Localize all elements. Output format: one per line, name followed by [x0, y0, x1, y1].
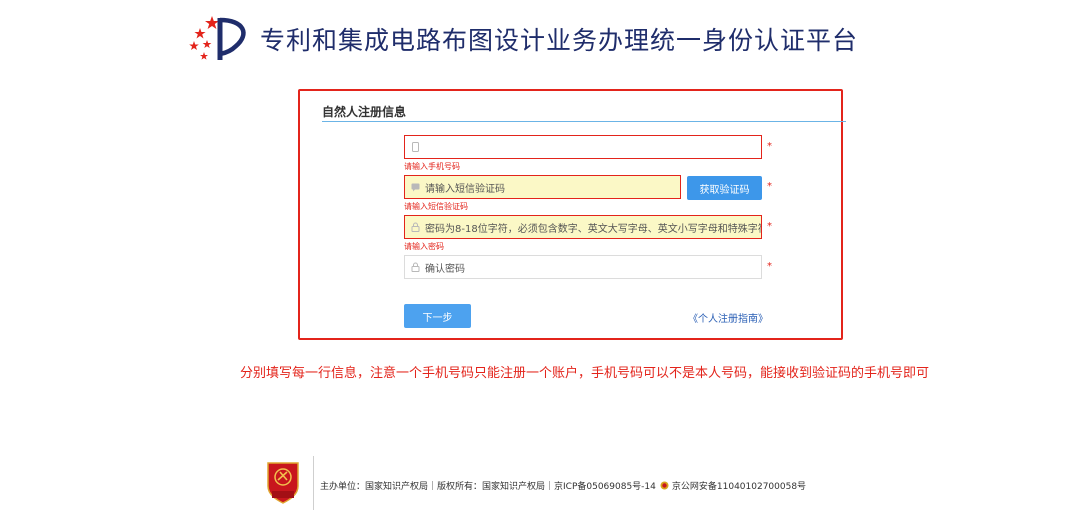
confirm-password-input[interactable]: 确认密码	[404, 255, 762, 279]
password-error: 请输入密码	[404, 242, 444, 251]
footer-police-record[interactable]: 京公网安备11040102700058号	[672, 479, 806, 492]
sms-code-error: 请输入短信验证码	[404, 202, 468, 211]
sms-code-placeholder: 请输入短信验证码	[425, 183, 505, 195]
required-mark: *	[767, 181, 772, 192]
sms-code-input[interactable]: 请输入短信验证码	[404, 175, 681, 199]
phone-error: 请输入手机号码	[404, 162, 460, 171]
footer-divider	[313, 456, 314, 510]
password-placeholder: 密码为8-18位字符，必须包含数字、英文大写字母、英文小写字母和特殊字符	[425, 223, 761, 235]
footer-text-main: 主办单位：国家知识产权局｜版权所有：国家知识产权局｜京ICP备05069085号…	[320, 482, 656, 492]
required-mark: *	[767, 261, 772, 272]
instruction-note: 分别填写每一行信息，注意一个手机号码只能注册一个账户，手机号码可以不是本人号码，…	[240, 366, 930, 381]
next-step-button[interactable]: 下一步	[404, 304, 471, 328]
phone-input[interactable]	[404, 135, 762, 159]
police-badge-icon	[660, 481, 669, 490]
password-input[interactable]: 密码为8-18位字符，必须包含数字、英文大写字母、英文小写字母和特殊字符	[404, 215, 762, 239]
phone-icon	[411, 142, 420, 152]
site-header: 专利和集成电路布图设计业务办理统一身份认证平台	[186, 14, 858, 64]
party-emblem-icon	[265, 460, 301, 504]
footer-info: 主办单位：国家知识产权局｜版权所有：国家知识产权局｜京ICP备05069085号…	[320, 479, 806, 492]
required-mark: *	[767, 141, 772, 152]
site-title: 专利和集成电路布图设计业务办理统一身份认证平台	[260, 26, 859, 55]
site-logo	[186, 14, 254, 64]
personal-registration-guide-link[interactable]: 《个人注册指南》	[688, 310, 768, 325]
lock-icon	[411, 262, 420, 272]
confirm-password-placeholder: 确认密码	[425, 263, 465, 275]
form-section-title: 自然人注册信息	[322, 105, 407, 119]
lock-icon	[411, 222, 420, 232]
required-mark: *	[767, 221, 772, 232]
message-icon	[411, 182, 420, 192]
get-verification-code-button[interactable]: 获取验证码	[687, 176, 762, 200]
registration-form: 自然人注册信息 * 请输入手机号码 请输入短信验证码 获取验证码 * 请输入短信…	[298, 89, 846, 340]
section-divider	[322, 121, 846, 122]
logo-stars-icon	[189, 16, 246, 60]
